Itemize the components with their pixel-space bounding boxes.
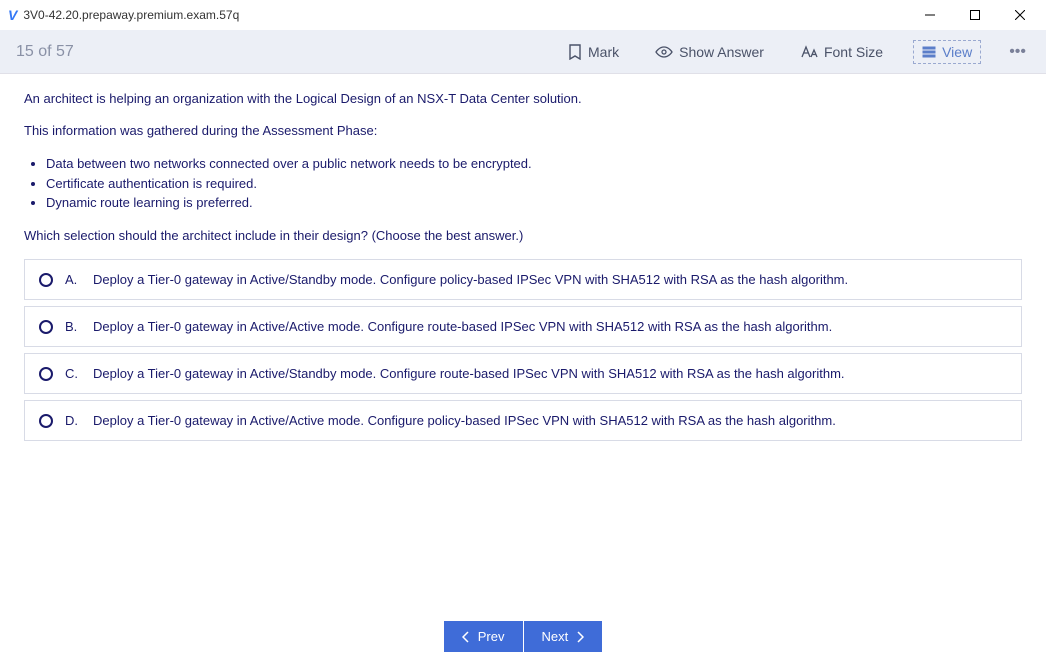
answer-option-b[interactable]: B. Deploy a Tier-0 gateway in Active/Act… bbox=[24, 306, 1022, 347]
answer-letter: B. bbox=[65, 319, 81, 334]
minimize-button[interactable] bbox=[907, 0, 952, 30]
prev-label: Prev bbox=[478, 629, 505, 644]
answer-letter: C. bbox=[65, 366, 81, 381]
toolbar-actions: Mark Show Answer Font Size View ••• bbox=[562, 39, 1030, 65]
font-size-label: Font Size bbox=[824, 44, 883, 60]
answer-text: Deploy a Tier-0 gateway in Active/Standb… bbox=[93, 366, 845, 381]
window-title: 3V0-42.20.prepaway.premium.exam.57q bbox=[23, 8, 239, 22]
mark-label: Mark bbox=[588, 44, 619, 60]
font-size-icon bbox=[800, 45, 818, 59]
toolbar: 15 of 57 Mark Show Answer Font Size View… bbox=[0, 30, 1046, 74]
bullet-item: Certificate authentication is required. bbox=[46, 174, 1022, 194]
answer-letter: D. bbox=[65, 413, 81, 428]
more-button[interactable]: ••• bbox=[1005, 39, 1030, 65]
bookmark-icon bbox=[568, 44, 582, 60]
mark-button[interactable]: Mark bbox=[562, 40, 625, 64]
next-button[interactable]: Next bbox=[524, 621, 603, 652]
titlebar-right bbox=[907, 0, 1042, 30]
question-prompt: Which selection should the architect inc… bbox=[24, 227, 1022, 245]
answer-text: Deploy a Tier-0 gateway in Active/Standb… bbox=[93, 272, 848, 287]
question-counter: 15 of 57 bbox=[16, 43, 74, 61]
font-size-button[interactable]: Font Size bbox=[794, 40, 889, 64]
question-intro-2: This information was gathered during the… bbox=[24, 122, 1022, 140]
question-intro-1: An architect is helping an organization … bbox=[24, 90, 1022, 108]
answer-text: Deploy a Tier-0 gateway in Active/Active… bbox=[93, 319, 832, 334]
bullet-item: Data between two networks connected over… bbox=[46, 154, 1022, 174]
maximize-icon bbox=[970, 10, 980, 20]
answer-option-d[interactable]: D. Deploy a Tier-0 gateway in Active/Act… bbox=[24, 400, 1022, 441]
show-answer-button[interactable]: Show Answer bbox=[649, 40, 770, 64]
close-icon bbox=[1015, 10, 1025, 20]
question-bullets: Data between two networks connected over… bbox=[24, 154, 1022, 213]
answer-text: Deploy a Tier-0 gateway in Active/Active… bbox=[93, 413, 836, 428]
chevron-left-icon bbox=[462, 631, 470, 643]
app-icon: V bbox=[8, 7, 17, 23]
view-icon bbox=[922, 45, 936, 59]
view-button[interactable]: View bbox=[913, 40, 981, 64]
radio-icon bbox=[39, 414, 53, 428]
chevron-right-icon bbox=[576, 631, 584, 643]
bottom-nav: Prev Next bbox=[0, 621, 1046, 652]
bullet-item: Dynamic route learning is preferred. bbox=[46, 193, 1022, 213]
more-icon: ••• bbox=[1009, 43, 1026, 60]
next-label: Next bbox=[542, 629, 569, 644]
answer-option-a[interactable]: A. Deploy a Tier-0 gateway in Active/Sta… bbox=[24, 259, 1022, 300]
radio-icon bbox=[39, 273, 53, 287]
maximize-button[interactable] bbox=[952, 0, 997, 30]
radio-icon bbox=[39, 320, 53, 334]
view-label: View bbox=[942, 44, 972, 60]
radio-icon bbox=[39, 367, 53, 381]
minimize-icon bbox=[925, 10, 935, 20]
window-titlebar: V 3V0-42.20.prepaway.premium.exam.57q bbox=[0, 0, 1046, 30]
answers-list: A. Deploy a Tier-0 gateway in Active/Sta… bbox=[24, 259, 1022, 441]
question-content: An architect is helping an organization … bbox=[0, 74, 1046, 463]
answer-option-c[interactable]: C. Deploy a Tier-0 gateway in Active/Sta… bbox=[24, 353, 1022, 394]
close-button[interactable] bbox=[997, 0, 1042, 30]
titlebar-left: V 3V0-42.20.prepaway.premium.exam.57q bbox=[8, 7, 239, 23]
eye-icon bbox=[655, 46, 673, 58]
prev-button[interactable]: Prev bbox=[444, 621, 523, 652]
show-answer-label: Show Answer bbox=[679, 44, 764, 60]
answer-letter: A. bbox=[65, 272, 81, 287]
